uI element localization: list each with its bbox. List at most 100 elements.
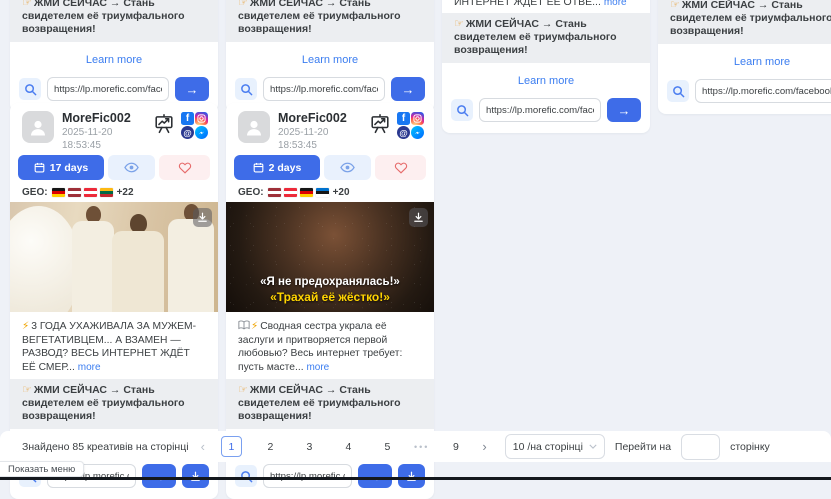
geo-flag-list [52,188,113,197]
ee-flag-icon [316,188,329,197]
search-button[interactable] [19,78,41,100]
calendar-icon [34,162,45,173]
download-image-button[interactable] [409,208,428,227]
geo-more-count[interactable]: +22 [117,187,134,198]
search-button[interactable] [667,80,689,102]
profile-name[interactable]: MoreFic002 [278,111,369,126]
page-button-2[interactable]: 2 [260,436,281,457]
search-icon [456,104,469,117]
cta-bar: ☞ЖМИ СЕЙЧАС → Стань свидетелем её триумф… [658,0,831,44]
open-url-button[interactable]: → [358,464,392,488]
landing-url-input[interactable] [263,464,352,488]
search-button[interactable] [451,99,473,121]
learn-more-link[interactable]: Learn more [518,75,574,87]
download-creative-button[interactable] [182,464,209,488]
lightning-icon: ⚡ [22,321,29,332]
messenger-icon[interactable] [411,126,424,139]
search-icon [240,470,253,483]
cta-bar: ☞ЖМИ СЕЙЧАС → Стань свидетелем её триумф… [226,379,434,429]
geo-label: GEO: [238,187,264,198]
download-icon [413,212,424,223]
landing-url-input[interactable] [479,98,601,122]
more-link[interactable]: more [78,362,101,373]
creative-image[interactable] [10,202,218,312]
heart-icon [178,162,192,174]
pointing-hand-icon: ☞ [22,0,32,9]
download-icon [197,212,208,223]
views-button[interactable] [108,155,155,180]
prev-page-button[interactable]: ‹ [199,440,207,453]
de-flag-icon [300,188,313,197]
creative-text: ⚡3 ГОДА УХАЖИВАЛА ЗА МУЖЕМ-ВЕГЕТАТИВЦЕМ.… [10,312,218,379]
creative-card-partial: ИНТЕРНЕТ ЖДЁТ ЕЁ ОТВЕ... more ☞ЖМИ СЕЙЧА… [226,0,434,112]
page-button-3[interactable]: 3 [299,436,320,457]
avatar [22,111,54,143]
learn-more-link[interactable]: Learn more [302,54,358,66]
page-button-4[interactable]: 4 [338,436,359,457]
search-button[interactable] [235,78,257,100]
arrow-right-icon: → [402,82,415,97]
presentation-chart-icon [153,113,175,135]
show-menu-button[interactable]: Показать меню [0,461,84,477]
learn-more-link[interactable]: Learn more [734,56,790,68]
landing-url-input[interactable] [47,77,169,101]
page-button-1[interactable]: 1 [221,436,242,457]
cta-bar: ☞ЖМИ СЕЙЧАС → Стань свидетелем её триумф… [10,0,218,42]
landing-preview-button[interactable] [369,113,391,135]
instagram-icon[interactable] [195,112,208,125]
search-icon [672,85,685,98]
download-image-button[interactable] [193,208,212,227]
instagram-icon[interactable] [411,112,424,125]
messenger-icon[interactable] [195,126,208,139]
more-link[interactable]: more [604,0,627,8]
geo-label: GEO: [22,187,48,198]
search-button[interactable] [235,465,257,487]
threads-icon[interactable]: @ [181,126,194,139]
open-url-button[interactable]: → [142,464,176,488]
favorite-button[interactable] [159,155,210,180]
goto-page-suffix: сторінку [730,441,770,453]
facebook-icon[interactable]: f [397,112,410,125]
more-link[interactable]: more [306,362,329,373]
views-button[interactable] [324,155,371,180]
calendar-icon [253,162,264,173]
threads-icon[interactable]: @ [397,126,410,139]
landing-preview-button[interactable] [153,113,175,135]
landing-url-input[interactable] [695,79,831,103]
at-flag-icon [284,188,297,197]
lt-flag-icon [100,188,113,197]
pointing-hand-icon: ☞ [454,18,464,30]
pointing-hand-icon: ☞ [670,0,680,11]
page-button-5[interactable]: 5 [377,436,398,457]
eye-icon [124,162,139,173]
lv-flag-icon [68,188,81,197]
chevron-down-icon [589,444,597,449]
creative-image[interactable]: «Я не предохранялась!» «Трахай её жёстко… [226,202,434,312]
person-icon [242,115,266,139]
arrow-right-icon: → [369,469,382,484]
profile-name[interactable]: MoreFic002 [62,111,153,126]
days-active-button[interactable]: 17 days [18,155,104,180]
facebook-icon[interactable]: f [181,112,194,125]
open-url-button[interactable]: → [175,77,209,101]
landing-url-input[interactable] [263,77,385,101]
learn-more-link[interactable]: Learn more [86,54,142,66]
lightning-icon: ⚡ [251,321,258,332]
geo-flag-list [268,188,329,197]
pointing-hand-icon: ☞ [238,0,248,9]
favorite-button[interactable] [375,155,426,180]
download-creative-button[interactable] [398,464,425,488]
page-size-select[interactable]: 10 /на сторінці [505,434,605,459]
open-url-button[interactable]: → [607,98,641,122]
days-active-button[interactable]: 2 days [234,155,320,180]
arrow-right-icon: → [153,469,166,484]
goto-page-input[interactable] [681,434,720,460]
geo-more-count[interactable]: +20 [333,187,350,198]
open-url-button[interactable]: → [391,77,425,101]
pagination-bar: Знайдено 85 креативів на сторінці ‹ 1 2 … [0,431,831,462]
lv-flag-icon [268,188,281,197]
next-page-button[interactable]: › [480,440,488,453]
cta-bar: ☞ЖМИ СЕЙЧАС → Стань свидетелем её триумф… [442,13,650,63]
page-button-9[interactable]: 9 [445,436,466,457]
cta-bar: ☞ЖМИ СЕЙЧАС → Стань свидетелем её триумф… [10,379,218,429]
